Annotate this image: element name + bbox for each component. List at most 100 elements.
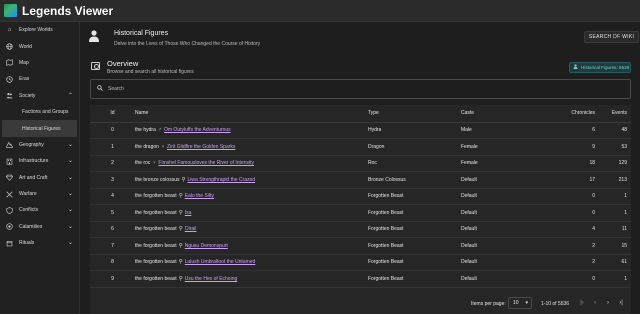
cell-caste: Default [461,237,534,255]
column-header-events[interactable]: Events [595,105,631,123]
sidebar-item-world[interactable]: World [0,38,79,54]
cell-id: 4 [90,188,135,205]
column-header-name[interactable]: Name [135,105,368,123]
cell-chronicles: 4 [534,221,595,238]
chevron-down-icon: ⌄ [67,240,73,247]
cell-caste: Default [461,204,534,222]
figure-link[interactable]: Zirit Glidfire the Golden Sparks [167,144,235,150]
cell-events: 129 [595,155,631,172]
home-icon: ⌂ [7,27,12,34]
last-page-button[interactable]: ›| [616,298,626,308]
search-box [90,79,631,99]
cell-name: the forgotten beast ⚲ Lulush Umbraltoot th… [135,254,368,271]
sidebar-item-label: Calamities [19,223,43,230]
gender-icon: ⚲ [178,242,183,249]
map-icon [6,59,13,67]
sidebar-item-rituals[interactable]: Rituals ⌄ [0,235,79,251]
race-label: the forgotten beast [135,193,177,200]
figure-link[interactable]: Oirail [185,226,197,232]
figure-link[interactable]: Ealo the Silty [185,193,214,199]
historical-figures-table: Id Name Type Caste Chronicles Events 0 t… [90,105,631,314]
figure-link[interactable]: Liwa Strengthrapid the Crazed [188,177,256,183]
mountain-icon [6,141,13,149]
cell-type: Forgotten Beast [368,254,461,271]
cell-id: 8 [90,254,135,271]
previous-page-button[interactable]: ‹ [590,298,600,308]
sidebar-item-infrastructure[interactable]: Infrastructure ⌄ [0,153,79,169]
cell-name: the forgotten beast ⚲ Usu the Hex of Echoi… [135,270,368,288]
cell-chronicles: 2 [534,254,595,271]
figure-link[interactable]: Lulush Umbraltoot the Untamed [185,259,256,265]
cell-name: the dragon ♀ Zirit Glidfire the Golden Spa… [135,138,368,156]
figure-link[interactable]: Om Outyluffs the Adventurous [164,127,231,133]
gender-icon: ⚲ [178,226,183,233]
table-row[interactable]: 2 the roc ♀ Fimshel Famousloves the River … [90,155,631,172]
items-per-page-value: 10 [513,300,519,306]
column-header-caste[interactable]: Caste [461,105,534,123]
table-row[interactable]: 8 the forgotten beast ⚲ Lulush Umbraltoot … [90,254,631,271]
search-df-wiki-button[interactable]: SEARCH DF WIKI [584,31,639,43]
sidebar-item-map[interactable]: Map [0,55,79,71]
sidebar-item-explore-worlds[interactable]: ⌂ Explore Worlds [0,22,79,38]
sidebar-item-society[interactable]: Society ⌃ [0,88,79,104]
page-header: Historical Figures Delve into the Lives … [89,28,639,48]
page-range-label: 1-10 of 5536 [541,301,570,307]
figure-link[interactable]: Ngusu Demonspurt [185,243,228,249]
cell-type: Forgotten Beast [368,221,461,238]
cell-id: 1 [90,138,135,156]
overview-subtitle: Browse and search all historical figures [107,69,194,75]
search-icon [97,85,103,93]
cell-type: Dragon [368,138,461,156]
first-page-button[interactable]: |‹ [577,298,587,308]
table-row[interactable]: 3 the bronze colossus ⚲ Liwa Strengthrapid… [90,171,631,189]
sidebar-item-warfare[interactable]: Warfare ⌄ [0,186,79,202]
table-row[interactable]: 4 the forgotten beast ⚲ Ealo the Silty For… [90,188,631,205]
gender-icon: ♂ [157,127,162,134]
page-title: Historical Figures [114,30,169,37]
cell-type: Forgotten Beast [368,270,461,288]
chevron-down-icon: ⌄ [67,174,73,181]
items-per-page-select[interactable]: 10 ▾ [508,297,532,309]
race-label: the dragon [135,143,159,150]
column-header-id[interactable]: Id [90,105,135,123]
table-row[interactable]: 1 the dragon ♀ Zirit Glidfire the Golden S… [90,138,631,156]
column-header-chronicles[interactable]: Chronicles [534,105,595,123]
cell-events: 1 [595,204,631,222]
race-label: the forgotten beast [135,242,177,249]
table-row[interactable]: 7 the forgotten beast ⚲ Ngusu Demonspurt F… [90,237,631,255]
sidebar-item-art-and-craft[interactable]: Art and Craft ⌄ [0,170,79,186]
people-icon [6,92,13,99]
cell-id: 5 [90,204,135,222]
table-row[interactable]: 5 the forgotten beast ⚲ Isa Forgotten Beas… [90,204,631,222]
cell-chronicles: 9 [534,138,595,156]
table-row[interactable]: 9 the forgotten beast ⚲ Usu the Hex of Ech… [90,270,631,288]
next-page-button[interactable]: › [603,298,613,308]
globe-icon [6,43,13,50]
cell-caste: Default [461,171,534,189]
calamity-icon [6,223,13,230]
chevron-down-icon: ⌄ [67,207,73,214]
search-input[interactable] [108,86,608,92]
page-subtitle: Delve into the Lives of Those Who Change… [114,41,261,47]
cell-id: 3 [90,171,135,189]
gender-icon: ⚲ [181,176,186,183]
sidebar-item-conflicts[interactable]: Conflicts ⌄ [0,202,79,218]
cell-chronicles: 18 [534,155,595,172]
figure-link[interactable]: Isa [185,210,192,216]
cell-name: the hydra ♂ Om Outyluffs the Adventurous [135,122,368,139]
figure-link[interactable]: Fimshel Famousloves the River of Intensi… [158,160,254,166]
table-row[interactable]: 0 the hydra ♂ Om Outyluffs the Adventurous… [90,122,631,139]
sidebar-item-calamities[interactable]: Calamities ⌄ [0,219,79,235]
top-bar: Legends Viewer [0,0,640,22]
sidebar-item-label: Society [19,92,36,99]
sidebar-item-eras[interactable]: Eras [0,71,79,87]
paginator: Items per page: 10 ▾ 1-10 of 5536 |‹ ‹ ›… [90,294,631,314]
sidebar-item-geography[interactable]: Geography ⌄ [0,137,79,153]
cell-name: the forgotten beast ⚲ Oirail [135,221,368,238]
table-row[interactable]: 6 the forgotten beast ⚲ Oirail Forgotten B… [90,221,631,238]
sidebar-item-factions-and-groups[interactable]: Factions and Groups [0,104,79,120]
figure-link[interactable]: Usu the Hex of Echoing [185,276,238,282]
sidebar-item-label: Warfare [19,191,37,198]
sidebar-item-historical-figures[interactable]: Historical Figures [2,120,77,137]
column-header-type[interactable]: Type [368,105,461,123]
